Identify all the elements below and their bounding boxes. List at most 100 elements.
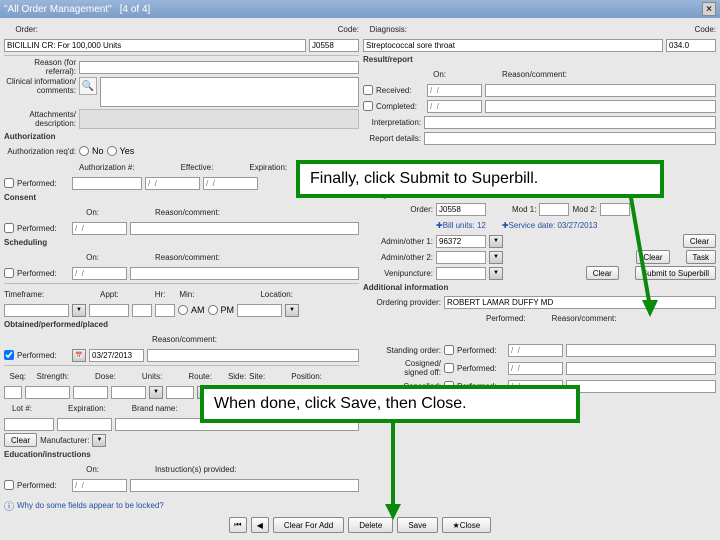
- strength-input[interactable]: [25, 386, 70, 399]
- clinical-info-textarea[interactable]: [100, 77, 359, 107]
- clinical-info-label: Clinical information/ comments:: [4, 77, 76, 95]
- effective-label: Effective:: [181, 163, 214, 172]
- window-counter: [4 of 4]: [120, 4, 151, 15]
- diagnosis-code-input[interactable]: [666, 39, 716, 52]
- hr-input[interactable]: [132, 304, 152, 317]
- window-title: "All Order Management": [4, 4, 112, 15]
- result-header: Result/report: [363, 54, 716, 65]
- route-input[interactable]: [166, 386, 194, 399]
- admin2-input[interactable]: [436, 251, 486, 264]
- timeframe-input[interactable]: [4, 304, 69, 317]
- standing-reason-input[interactable]: [566, 344, 716, 357]
- mod1-input[interactable]: [539, 203, 569, 216]
- auth-num-label: Authorization #:: [79, 163, 135, 172]
- effective-input[interactable]: [145, 177, 200, 190]
- billing-order-input[interactable]: [436, 203, 486, 216]
- opp-date-dd[interactable]: 📅: [72, 349, 86, 362]
- manufacturer-dd[interactable]: ▼: [92, 434, 106, 447]
- sched-reason-input[interactable]: [130, 267, 359, 280]
- scheduling-header: Scheduling: [4, 237, 359, 248]
- standing-date-input[interactable]: [508, 344, 563, 357]
- attachments-label: Attachments/ description:: [4, 110, 76, 128]
- arrow-bottom-icon: [378, 418, 408, 523]
- magnify-icon[interactable]: 🔍: [79, 77, 97, 95]
- received-check[interactable]: [363, 85, 373, 95]
- lot-exp-input[interactable]: [57, 418, 112, 431]
- nav-first-button[interactable]: ⏮: [229, 517, 247, 533]
- auth-yes-radio[interactable]: [107, 146, 117, 156]
- diagnosis-label: Diagnosis:: [363, 25, 407, 34]
- lock-help-link[interactable]: Why do some fields appear to be locked?: [17, 501, 164, 510]
- auth-no-radio[interactable]: [79, 146, 89, 156]
- diagnosis-input[interactable]: [363, 39, 663, 52]
- cosigned-reason-input[interactable]: [566, 362, 716, 375]
- authorization-header: Authorization: [4, 131, 359, 142]
- dose-input[interactable]: [73, 386, 108, 399]
- callout-top: Finally, click Submit to Superbill.: [296, 160, 664, 198]
- sched-on-input[interactable]: [72, 267, 127, 280]
- expiration-input[interactable]: [203, 177, 258, 190]
- am-radio[interactable]: [178, 305, 188, 315]
- units-input[interactable]: [111, 386, 146, 399]
- footer-toolbar: ⏮ ◀ Clear For Add Delete Save ★ Close: [0, 516, 720, 534]
- report-details-input[interactable]: [424, 132, 716, 145]
- consent-performed-check[interactable]: [4, 223, 14, 233]
- bill-units-link[interactable]: ✚Bill units: 12: [436, 221, 486, 230]
- service-date-link[interactable]: ✚Service date: 03/27/2013: [502, 221, 598, 230]
- cosigned-date-input[interactable]: [508, 362, 563, 375]
- standing-performed-check[interactable]: [444, 345, 454, 355]
- location-dd[interactable]: ▼: [285, 304, 299, 317]
- nav-prev-button[interactable]: ◀: [251, 517, 269, 533]
- auth-performed-check[interactable]: [4, 178, 14, 188]
- consent-reason-input[interactable]: [130, 222, 359, 235]
- edu-performed-check[interactable]: [4, 480, 14, 490]
- arrow-top-icon: [610, 192, 670, 322]
- consent-on-input[interactable]: [72, 222, 127, 235]
- completed-reason-input[interactable]: [485, 100, 716, 113]
- received-on-input[interactable]: [427, 84, 482, 97]
- veni-input[interactable]: [436, 267, 486, 280]
- interpretation-input[interactable]: [424, 116, 716, 129]
- appt-input[interactable]: [89, 304, 129, 317]
- received-reason-input[interactable]: [485, 84, 716, 97]
- cancelled-reason-input[interactable]: [566, 380, 716, 393]
- opp-performed-check[interactable]: [4, 350, 14, 360]
- order-code-input[interactable]: [309, 39, 359, 52]
- location-input[interactable]: [237, 304, 282, 317]
- attachments-area[interactable]: [79, 109, 359, 129]
- completed-check[interactable]: [363, 101, 373, 111]
- order-label: Order:: [4, 25, 38, 34]
- order-input[interactable]: [4, 39, 306, 52]
- opp-reason-input[interactable]: [147, 349, 359, 362]
- reason-referral-label: Reason (for referral):: [4, 58, 76, 76]
- left-panel: Order: Code: Reason (for referral): Clin…: [4, 22, 359, 512]
- close-window-icon[interactable]: ×: [702, 2, 716, 16]
- edu-instructions-input[interactable]: [130, 479, 359, 492]
- admin1-clear-button[interactable]: Clear: [683, 234, 716, 248]
- timeframe-label: Timeframe:: [4, 290, 54, 299]
- admin1-input[interactable]: [436, 235, 486, 248]
- expiration-label: Expiration:: [249, 163, 287, 172]
- edu-on-input[interactable]: [72, 479, 127, 492]
- min-input[interactable]: [155, 304, 175, 317]
- close-button[interactable]: ★ Close: [442, 517, 492, 533]
- pm-radio[interactable]: [208, 305, 218, 315]
- auth-req-label: Authorization req'd:: [4, 147, 76, 156]
- clear-for-add-button[interactable]: Clear For Add: [273, 517, 344, 533]
- completed-on-input[interactable]: [427, 100, 482, 113]
- callout-bottom: When done, click Save, then Close.: [200, 385, 580, 423]
- clear-button[interactable]: Clear: [4, 433, 37, 447]
- auth-performed-label: Performed:: [17, 179, 69, 188]
- timeframe-dd[interactable]: ▼: [72, 304, 86, 317]
- edu-header: Education/instructions: [4, 449, 359, 460]
- opp-date-input[interactable]: [89, 349, 144, 362]
- seq-input[interactable]: [4, 386, 22, 399]
- reason-referral-input[interactable]: [79, 61, 359, 74]
- cosigned-performed-check[interactable]: [444, 363, 454, 373]
- lot-input[interactable]: [4, 418, 54, 431]
- info-icon: ⓘ: [4, 498, 14, 513]
- auth-num-input[interactable]: [72, 177, 142, 190]
- ordering-provider-input[interactable]: [444, 296, 716, 309]
- sched-performed-check[interactable]: [4, 268, 14, 278]
- task-button[interactable]: Task: [686, 250, 716, 264]
